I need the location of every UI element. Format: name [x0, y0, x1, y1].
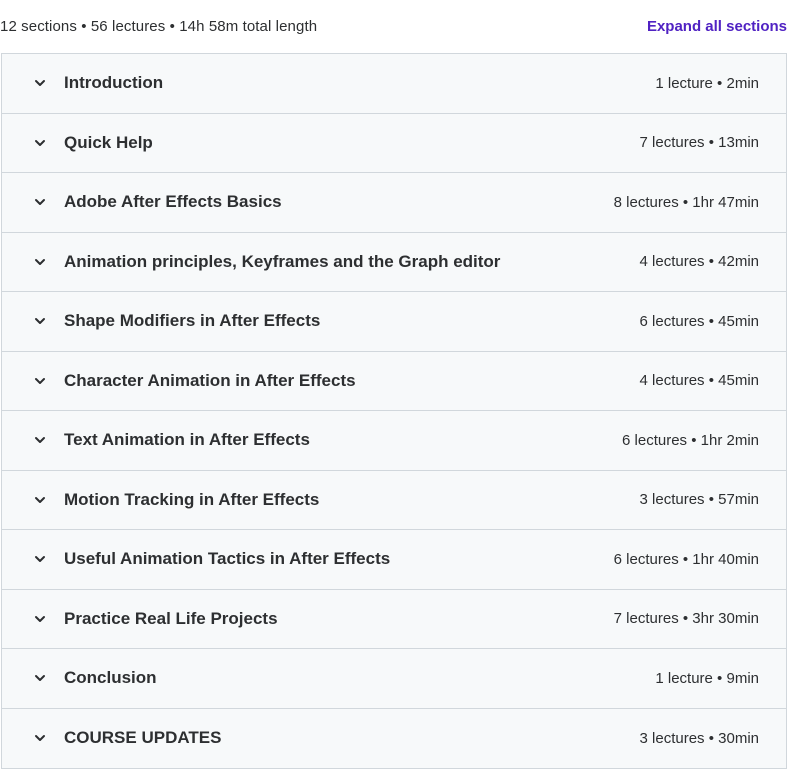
curriculum-summary-bar: 12 sections • 56 lectures • 14h 58m tota…	[0, 0, 794, 53]
section-row[interactable]: Adobe After Effects Basics 8 lectures • 1…	[2, 173, 786, 233]
chevron-down-icon	[32, 254, 48, 270]
section-title: Useful Animation Tactics in After Effect…	[64, 549, 391, 569]
section-meta: 1 lecture • 2min	[655, 74, 759, 92]
section-row[interactable]: Shape Modifiers in After Effects 6 lectur…	[2, 292, 786, 352]
section-title: Introduction	[64, 73, 164, 93]
chevron-down-icon	[32, 373, 48, 389]
chevron-down-icon	[32, 135, 48, 151]
section-title: Adobe After Effects Basics	[64, 192, 282, 212]
expand-all-sections-button[interactable]: Expand all sections	[647, 18, 787, 35]
section-title: COURSE UPDATES	[64, 728, 222, 748]
curriculum-section-list: Introduction 1 lecture • 2min Quick Help 7 …	[1, 53, 787, 769]
chevron-down-icon	[32, 730, 48, 746]
section-meta: 4 lectures • 45min	[639, 372, 759, 390]
section-meta: 3 lectures • 30min	[639, 729, 759, 747]
chevron-down-icon	[32, 611, 48, 627]
chevron-down-icon	[32, 492, 48, 508]
chevron-down-icon	[32, 432, 48, 448]
section-row[interactable]: Animation principles, Keyframes and the …	[2, 232, 786, 292]
section-meta: 8 lectures • 1hr 47min	[613, 193, 759, 211]
section-meta: 1 lecture • 9min	[655, 669, 759, 687]
section-title: Quick Help	[64, 132, 153, 152]
section-meta: 7 lectures • 13min	[639, 134, 759, 152]
section-meta: 6 lectures • 1hr 2min	[622, 431, 759, 449]
section-title: Conclusion	[64, 668, 157, 688]
section-row[interactable]: Motion Tracking in After Effects 3 lectur…	[2, 470, 786, 530]
chevron-down-icon	[32, 670, 48, 686]
section-row[interactable]: Introduction 1 lecture • 2min	[2, 54, 786, 114]
section-title: Shape Modifiers in After Effects	[64, 311, 321, 331]
section-meta: 6 lectures • 45min	[639, 312, 759, 330]
section-meta: 3 lectures • 57min	[639, 491, 759, 509]
section-title: Character Animation in After Effects	[64, 370, 356, 390]
section-row[interactable]: Character Animation in After Effects 4 le…	[2, 351, 786, 411]
section-row[interactable]: Quick Help 7 lectures • 13min	[2, 113, 786, 173]
section-row[interactable]: Text Animation in After Effects 6 lecture…	[2, 411, 786, 471]
chevron-down-icon	[32, 313, 48, 329]
section-meta: 6 lectures • 1hr 40min	[613, 550, 759, 568]
section-title: Animation principles, Keyframes and the …	[64, 251, 501, 271]
section-title: Practice Real Life Projects	[64, 608, 278, 628]
section-meta: 4 lectures • 42min	[639, 253, 759, 271]
section-title: Motion Tracking in After Effects	[64, 489, 320, 509]
chevron-down-icon	[32, 551, 48, 567]
chevron-down-icon	[32, 75, 48, 91]
section-row[interactable]: COURSE UPDATES 3 lectures • 30min	[2, 708, 786, 768]
chevron-down-icon	[32, 194, 48, 210]
section-title: Text Animation in After Effects	[64, 430, 310, 450]
section-row[interactable]: Conclusion 1 lecture • 9min	[2, 649, 786, 709]
section-row[interactable]: Practice Real Life Projects 7 lectures • …	[2, 589, 786, 649]
curriculum-summary-text: 12 sections • 56 lectures • 14h 58m tota…	[0, 18, 318, 35]
section-meta: 7 lectures • 3hr 30min	[613, 610, 759, 628]
section-row[interactable]: Useful Animation Tactics in After Effect…	[2, 530, 786, 590]
